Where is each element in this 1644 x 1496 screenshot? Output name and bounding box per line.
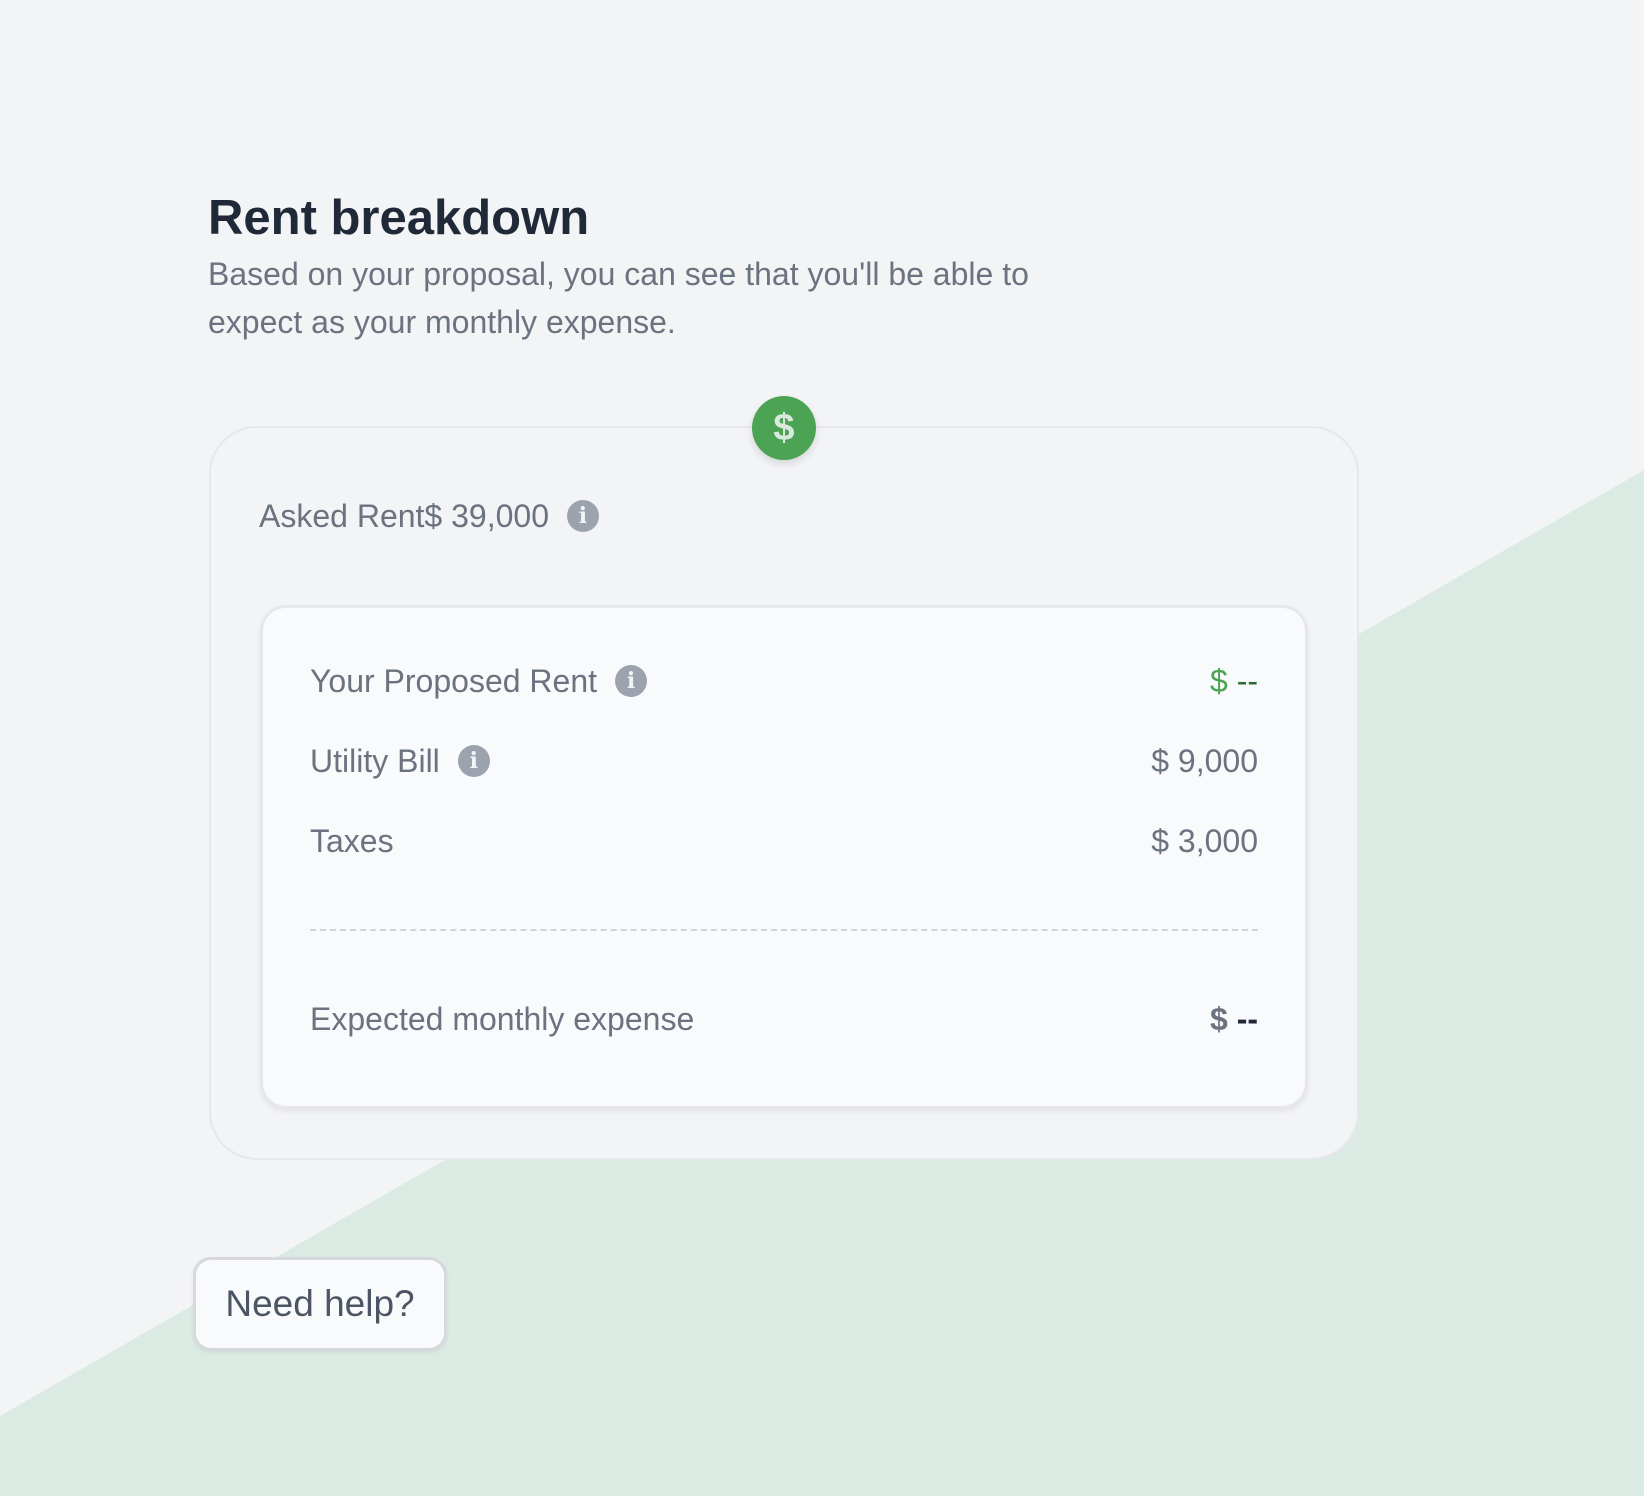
taxes-value: $ 3,000	[1151, 822, 1258, 859]
proposed-rent-row: Your Proposed Rent i $ --	[310, 657, 1258, 705]
page-title: Rent breakdown	[208, 191, 590, 245]
asked-rent: Asked Rent $ 39,000 i	[259, 496, 599, 536]
info-icon[interactable]: i	[566, 500, 599, 532]
proposed-rent-amount: --	[1236, 662, 1258, 699]
taxes-label: Taxes	[310, 822, 394, 859]
dollar-icon: $	[752, 396, 816, 460]
total-label: Expected monthly expense	[310, 1000, 695, 1037]
utility-bill-value: $ 9,000	[1151, 742, 1258, 779]
expense-breakdown-panel: Your Proposed Rent i $ -- Utility Bill i…	[260, 605, 1308, 1109]
currency-symbol: $	[1210, 1000, 1228, 1037]
page-subtitle: Based on your proposal, you can see that…	[208, 256, 1029, 340]
currency-symbol: $	[1210, 662, 1228, 699]
asked-rent-label: Asked Rent	[259, 497, 425, 534]
utility-bill-label: Utility Bill	[310, 742, 440, 779]
need-help-button[interactable]: Need help?	[193, 1257, 447, 1351]
info-icon[interactable]: i	[615, 665, 648, 697]
total-row: Expected monthly expense $ --	[310, 995, 1258, 1043]
divider	[310, 929, 1258, 931]
proposed-rent-value: $ --	[1210, 663, 1258, 700]
total-amount: --	[1236, 1000, 1258, 1037]
total-value: $ --	[1210, 1001, 1258, 1038]
proposed-rent-label: Your Proposed Rent	[310, 662, 598, 699]
utility-bill-row: Utility Bill i $ 9,000	[310, 737, 1258, 785]
info-icon[interactable]: i	[457, 745, 490, 777]
taxes-row: Taxes $ 3,000	[310, 817, 1258, 865]
asked-rent-value: $ 39,000	[424, 497, 549, 534]
